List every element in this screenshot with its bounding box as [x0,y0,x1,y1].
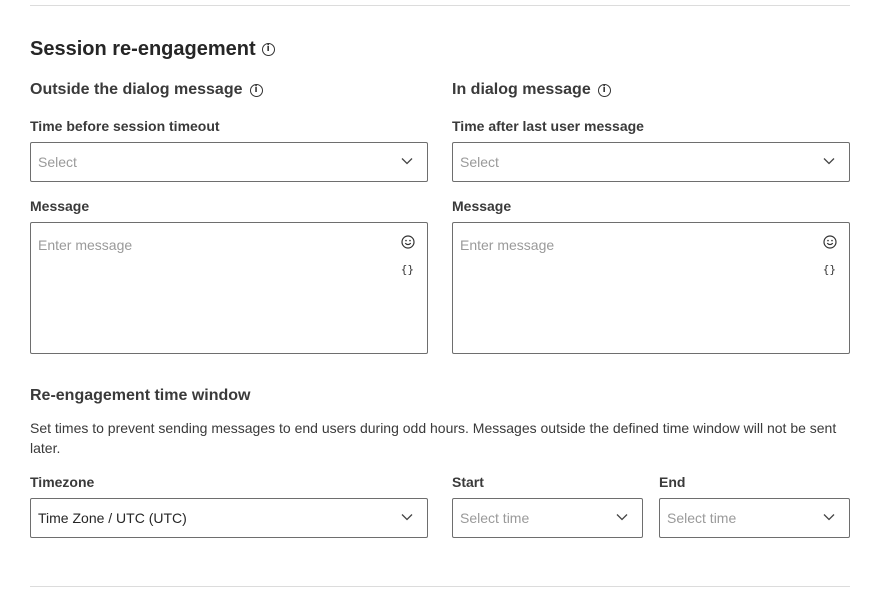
emoji-icon[interactable] [823,235,837,249]
end-time-label: End [659,474,686,490]
variable-braces-icon[interactable]: {} [401,263,414,276]
outside-dialog-title-text: Outside the dialog message [30,81,243,98]
in-dialog-message-label: Message [452,198,512,214]
time-window-title: Re-engagement time window [30,387,251,404]
outside-message-placeholder: Enter message [38,237,133,253]
in-dialog-message-textarea[interactable]: Enter message {} [452,222,850,354]
variable-braces-icon[interactable]: {} [823,263,836,276]
chevron-down-icon [401,158,413,165]
start-time-label: Start [452,474,484,490]
chevron-down-icon [823,158,835,165]
start-time-select[interactable]: Select time [452,498,643,538]
bottom-divider [30,586,850,587]
end-time-select[interactable]: Select time [659,498,850,538]
chevron-down-icon [823,514,835,521]
chevron-down-icon [401,514,413,521]
section-title-text: Session re-engagement [30,38,256,60]
end-time-value: Select time [667,510,737,526]
time-before-timeout-value: Select [38,154,77,170]
timezone-label: Timezone [30,474,95,490]
top-divider [30,5,850,6]
start-time-value: Select time [460,510,530,526]
info-icon[interactable]: i [261,43,275,56]
emoji-icon[interactable] [401,235,415,249]
timezone-select[interactable]: Time Zone / UTC (UTC) [30,498,428,538]
outside-message-textarea[interactable]: Enter message {} [30,222,428,354]
time-before-timeout-select[interactable]: Select [30,142,428,182]
time-after-last-message-label: Time after last user message [452,118,644,134]
outside-dialog-title: Outside the dialog message i [30,81,263,99]
info-icon[interactable]: i [597,83,611,97]
section-title: Session re-engagement i [30,38,275,61]
info-icon[interactable]: i [249,83,263,97]
timezone-value: Time Zone / UTC (UTC) [38,510,187,526]
time-after-last-message-select[interactable]: Select [452,142,850,182]
in-dialog-message-placeholder: Enter message [460,237,555,253]
in-dialog-title: In dialog message i [452,81,611,99]
time-before-timeout-label: Time before session timeout [30,118,220,134]
outside-message-label: Message [30,198,90,214]
time-window-description: Set times to prevent sending messages to… [30,420,837,456]
chevron-down-icon [616,514,628,521]
in-dialog-title-text: In dialog message [452,81,591,98]
time-after-last-message-value: Select [460,154,499,170]
